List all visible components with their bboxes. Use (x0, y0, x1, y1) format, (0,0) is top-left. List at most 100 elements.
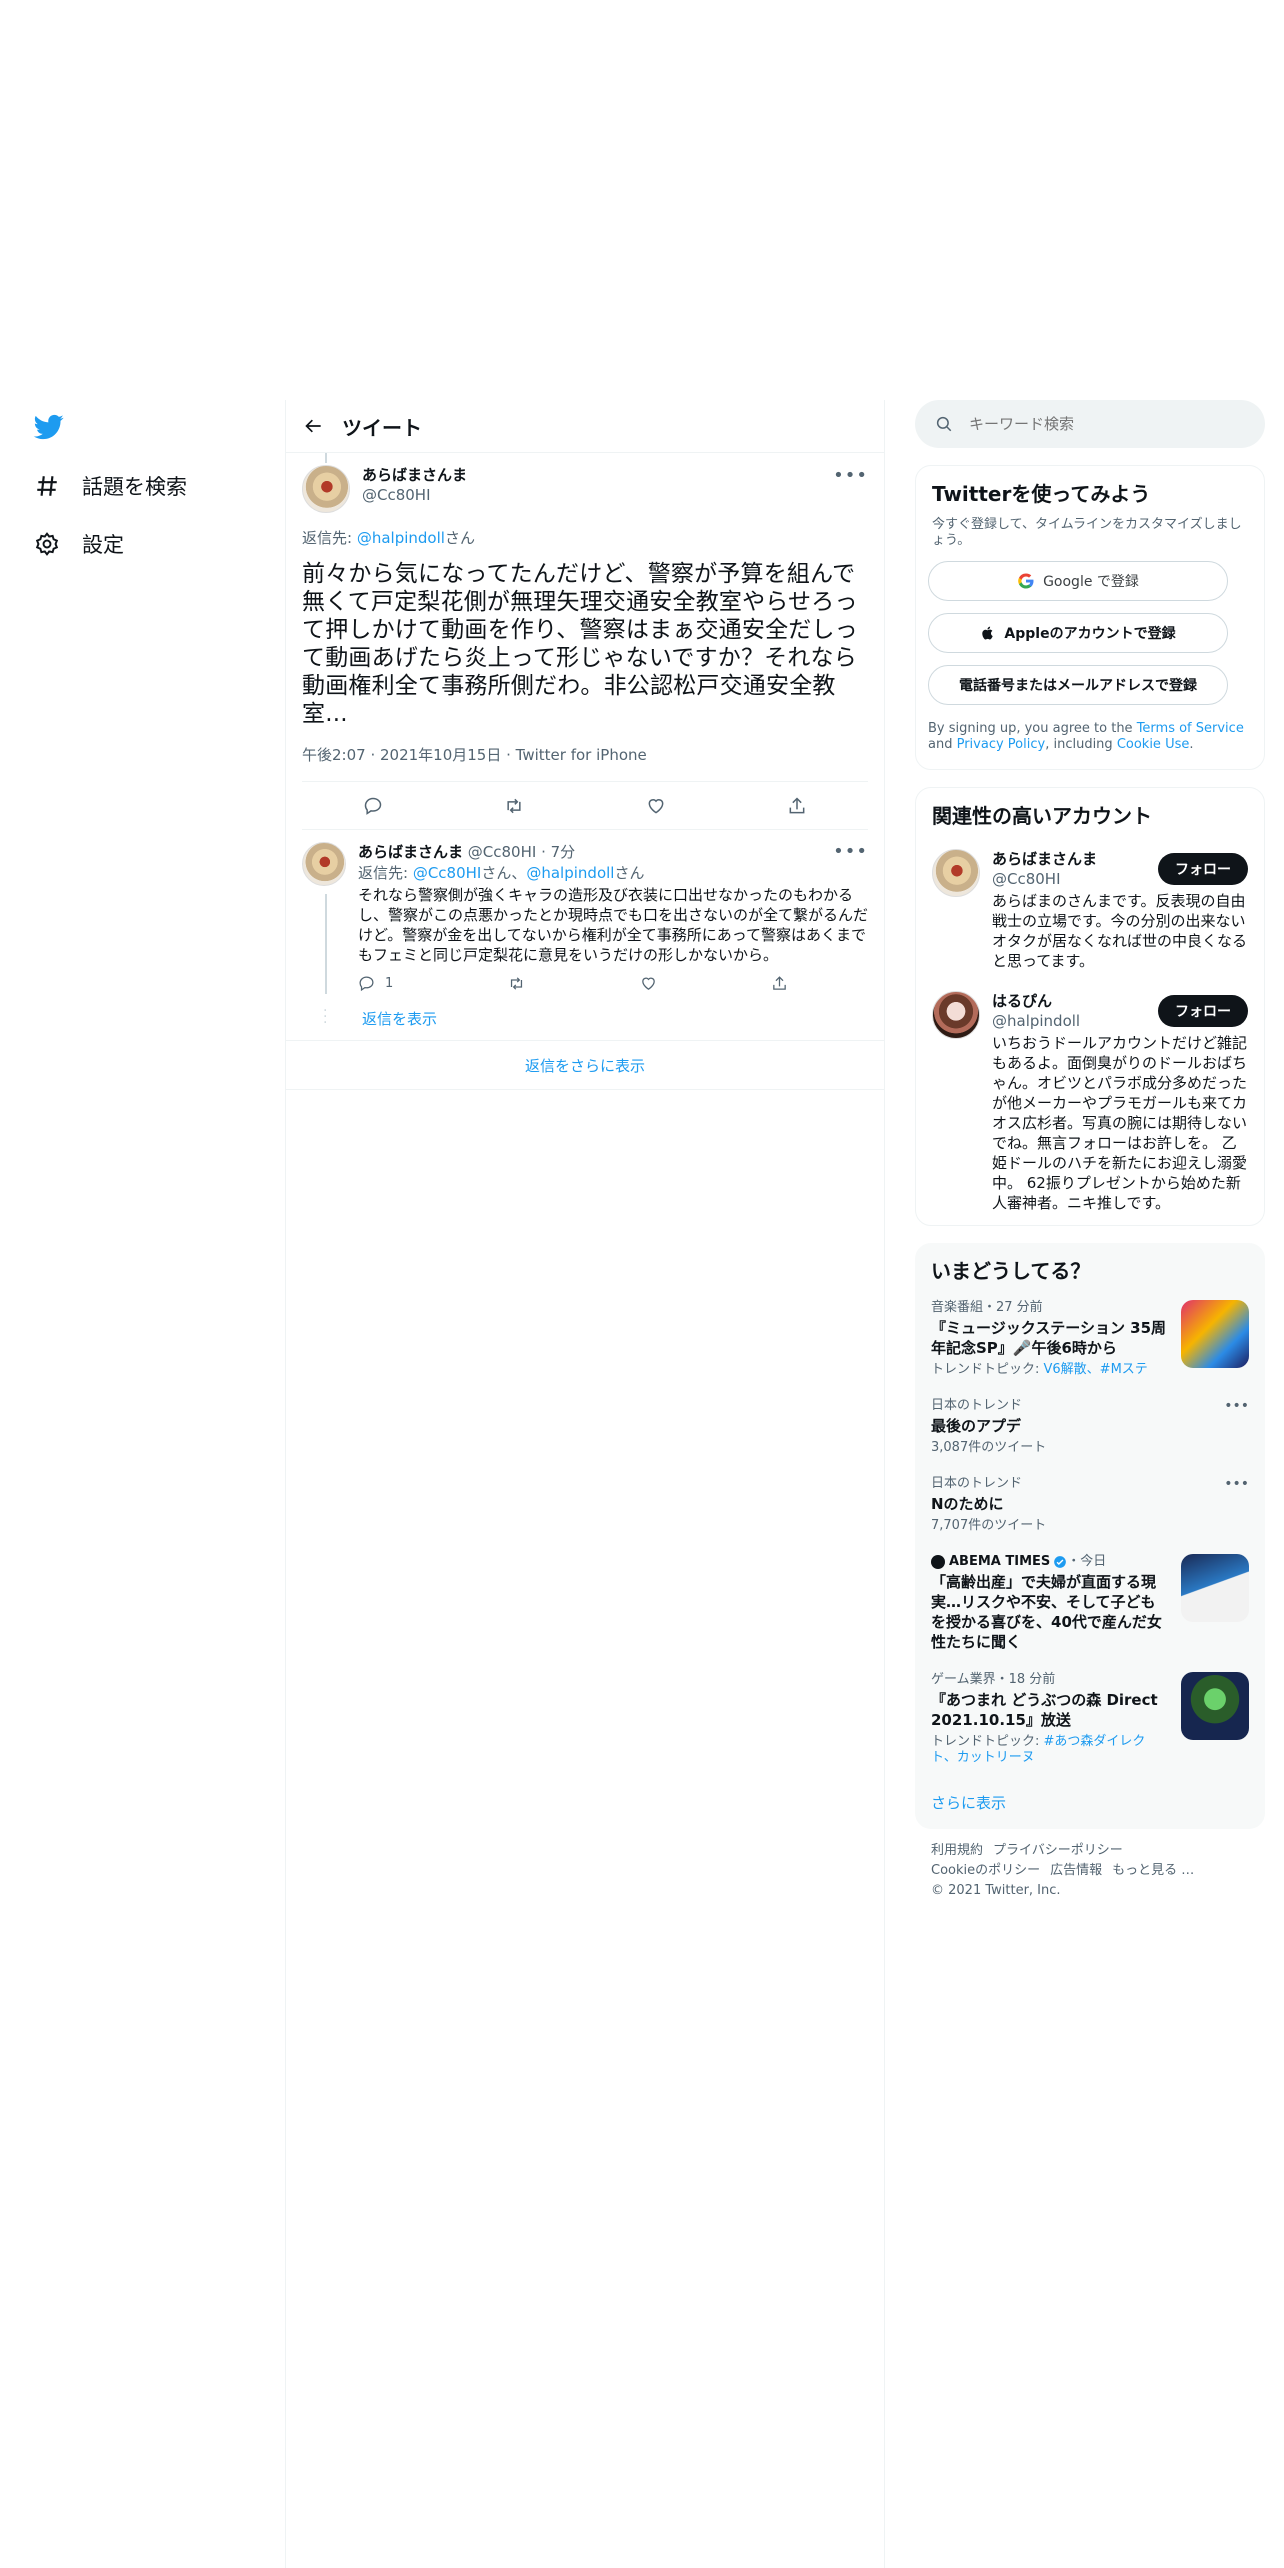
search-input[interactable] (969, 415, 1229, 433)
trend-item[interactable]: 日本のトレンド 最後のアプデ 3,087件のツイート ••• (915, 1388, 1265, 1466)
right-sidebar: Twitterを使ってみよう 今すぐ登録して、タイムラインをカスタマイズしましょ… (915, 400, 1265, 1913)
trend-title: 『ミュージックステーション 35周年記念SP』🎤午後6時から (931, 1319, 1167, 1357)
avatar[interactable] (932, 849, 980, 897)
privacy-policy-link[interactable]: Privacy Policy (957, 737, 1046, 752)
trends-show-more-link[interactable]: さらに表示 (915, 1776, 1265, 1829)
avatar[interactable] (302, 842, 346, 886)
reply-button[interactable]: 1 (358, 975, 393, 992)
nav-settings[interactable]: 設定 (32, 524, 124, 564)
tweet-meta: 午後2:07 · 2021年10月15日 · Twitter for iPhon… (302, 744, 868, 782)
account-handle[interactable]: @halpindoll (992, 1011, 1080, 1031)
google-signup-button[interactable]: Google で登録 (928, 561, 1228, 601)
trends-title: いまどうしてる？ (931, 1259, 1091, 1283)
follow-button[interactable]: フォロー (1158, 995, 1248, 1027)
account-handle[interactable]: @Cc80HI (992, 869, 1097, 889)
footer: 利用規約 プライバシーポリシー Cookieのポリシー 広告情報 もっと見る … © … (915, 1829, 1265, 1913)
show-replies-link[interactable]: 返信を表示 (362, 1008, 437, 1029)
footer-copyright: © 2021 Twitter, Inc. (931, 1883, 1061, 1898)
reply-to-suffix: さん (444, 529, 475, 547)
twitter-logo-icon[interactable] (32, 412, 66, 442)
author-handle[interactable]: @Cc80HI (362, 485, 467, 505)
search-bar[interactable] (915, 400, 1265, 448)
account-item[interactable]: あらばまさんま @Cc80HI フォロー あらばまのさんまです。反表現の自由戦士… (916, 829, 1264, 979)
more-options-icon[interactable]: ••• (833, 465, 868, 486)
trend-item[interactable]: 音楽番組・27 分前 『ミュージックステーション 35周年記念SP』🎤午後6時か… (915, 1290, 1265, 1388)
reply-to-suffix: さん (614, 864, 645, 882)
trend-count: 7,707件のツイート (931, 1518, 1047, 1533)
tweet-date[interactable]: 2021年10月15日 (380, 746, 501, 764)
abema-logo-icon (931, 1555, 945, 1569)
like-icon[interactable] (637, 787, 675, 825)
tweet-actions: 1 (358, 975, 788, 992)
reply-icon[interactable] (354, 787, 392, 825)
more-options-icon[interactable]: ••• (1224, 1398, 1249, 1414)
footer-more-link[interactable]: もっと見る … (1112, 1863, 1194, 1878)
trend-context: 日本のトレンド (931, 1476, 1023, 1491)
reply-to-handle[interactable]: @Cc80HI (413, 864, 482, 882)
like-icon[interactable] (640, 975, 657, 992)
phone-signup-button[interactable]: 電話番号またはメールアドレスで登録 (928, 665, 1228, 705)
relevant-title: 関連性の高いアカウント (932, 804, 1152, 828)
reply-to-separator: さん、 (481, 864, 527, 882)
account-name[interactable]: はるぴん (992, 991, 1080, 1011)
apple-signup-label: Appleのアカウントで登録 (1004, 626, 1176, 642)
author-name[interactable]: あらばまさんま (358, 843, 463, 861)
thread-connector (325, 894, 327, 994)
terms-text: . (1189, 737, 1194, 752)
trend-title: Nのために (931, 1495, 1004, 1513)
more-options-icon[interactable]: ••• (833, 842, 868, 862)
retweet-icon[interactable] (495, 787, 533, 825)
apple-signup-button[interactable]: Appleのアカウントで登録 (928, 613, 1228, 653)
trend-title: 『あつまれ どうぶつの森 Direct 2021.10.15』放送 (931, 1691, 1158, 1729)
tweet-source[interactable]: Twitter for iPhone (516, 746, 647, 764)
back-button[interactable] (286, 400, 342, 453)
author-handle[interactable]: @Cc80HI (468, 843, 537, 861)
reply-tweet[interactable]: あらばまさんま @Cc80HI · 7分 ••• 返信先: @Cc80HIさん、… (286, 830, 884, 1041)
share-icon[interactable] (778, 787, 816, 825)
trend-item[interactable]: ゲーム業界・18 分前 『あつまれ どうぶつの森 Direct 2021.10.… (915, 1662, 1265, 1776)
author-name[interactable]: あらばまさんま (362, 465, 467, 485)
footer-privacy-link[interactable]: プライバシーポリシー (993, 1843, 1123, 1858)
more-options-icon[interactable]: ••• (1224, 1476, 1249, 1492)
search-icon (936, 416, 952, 432)
retweet-icon[interactable] (507, 975, 526, 992)
nav-explore-label: 話題を検索 (82, 475, 187, 499)
account-name[interactable]: あらばまさんま (992, 849, 1097, 869)
avatar[interactable] (932, 991, 980, 1039)
follow-button[interactable]: フォロー (1158, 853, 1248, 885)
terms-of-service-link[interactable]: Terms of Service (1137, 721, 1244, 736)
tweet-time[interactable]: 午後2:07 (302, 746, 366, 764)
relevant-accounts-card: 関連性の高いアカウント あらばまさんま @Cc80HI フォロー あらばまのさん… (915, 787, 1265, 1226)
focused-tweet: あらばまさんま @Cc80HI ••• 返信先: @halpindollさん 前… (286, 453, 884, 830)
reply-to-handle[interactable]: @halpindoll (357, 529, 445, 547)
trend-item[interactable]: ABEMA TIMES ・今日 「高齢出産」で夫婦が直面する現実…リスクや不安、… (915, 1544, 1265, 1662)
account-item[interactable]: はるぴん @halpindoll フォロー いちおうドールアカウントだけど雑記も… (916, 979, 1264, 1225)
signup-card: Twitterを使ってみよう 今すぐ登録して、タイムラインをカスタマイズしましょ… (915, 465, 1265, 770)
signup-title: Twitterを使ってみよう (932, 482, 1151, 506)
nav-explore[interactable]: 話題を検索 (32, 466, 187, 506)
cookie-use-link[interactable]: Cookie Use (1117, 737, 1190, 752)
avatar[interactable] (302, 465, 350, 513)
trend-item[interactable]: 日本のトレンド Nのために 7,707件のツイート ••• (915, 1466, 1265, 1544)
nav-settings-label: 設定 (82, 533, 124, 557)
trend-topic-links[interactable]: V6解散、#Mステ (1044, 1362, 1148, 1377)
trend-context: ABEMA TIMES ・今日 (931, 1554, 1169, 1570)
google-icon (1018, 573, 1034, 589)
reply-to-handle[interactable]: @halpindoll (526, 864, 614, 882)
page-title: ツイート (342, 415, 422, 440)
share-icon[interactable] (771, 975, 788, 992)
reply-to-line: 返信先: @halpindollさん (302, 527, 868, 548)
trend-thumbnail (1181, 1300, 1249, 1368)
tweet-age[interactable]: 7分 (551, 843, 576, 861)
reply-to-line: 返信先: @Cc80HIさん、@halpindollさん (358, 862, 868, 883)
footer-terms-link[interactable]: 利用規約 (931, 1843, 983, 1858)
show-more-replies-button[interactable]: 返信をさらに表示 (286, 1041, 884, 1090)
reply-header: あらばまさんま @Cc80HI · 7分 ••• (358, 841, 868, 862)
account-bio: いちおうドールアカウントだけど雑記もあるよ。面倒臭がりのドールおばちゃん。オビツ… (992, 1034, 1248, 1212)
reply-count: 1 (385, 976, 394, 991)
hashtag-icon (32, 471, 62, 501)
trend-title: 「高齢出産」で夫婦が直面する現実…リスクや不安、そして子どもを授かる喜びを、40… (931, 1573, 1162, 1651)
trend-context: 日本のトレンド (931, 1398, 1023, 1413)
footer-cookie-link[interactable]: Cookieのポリシー (931, 1863, 1040, 1878)
footer-ads-link[interactable]: 広告情報 (1050, 1863, 1102, 1878)
